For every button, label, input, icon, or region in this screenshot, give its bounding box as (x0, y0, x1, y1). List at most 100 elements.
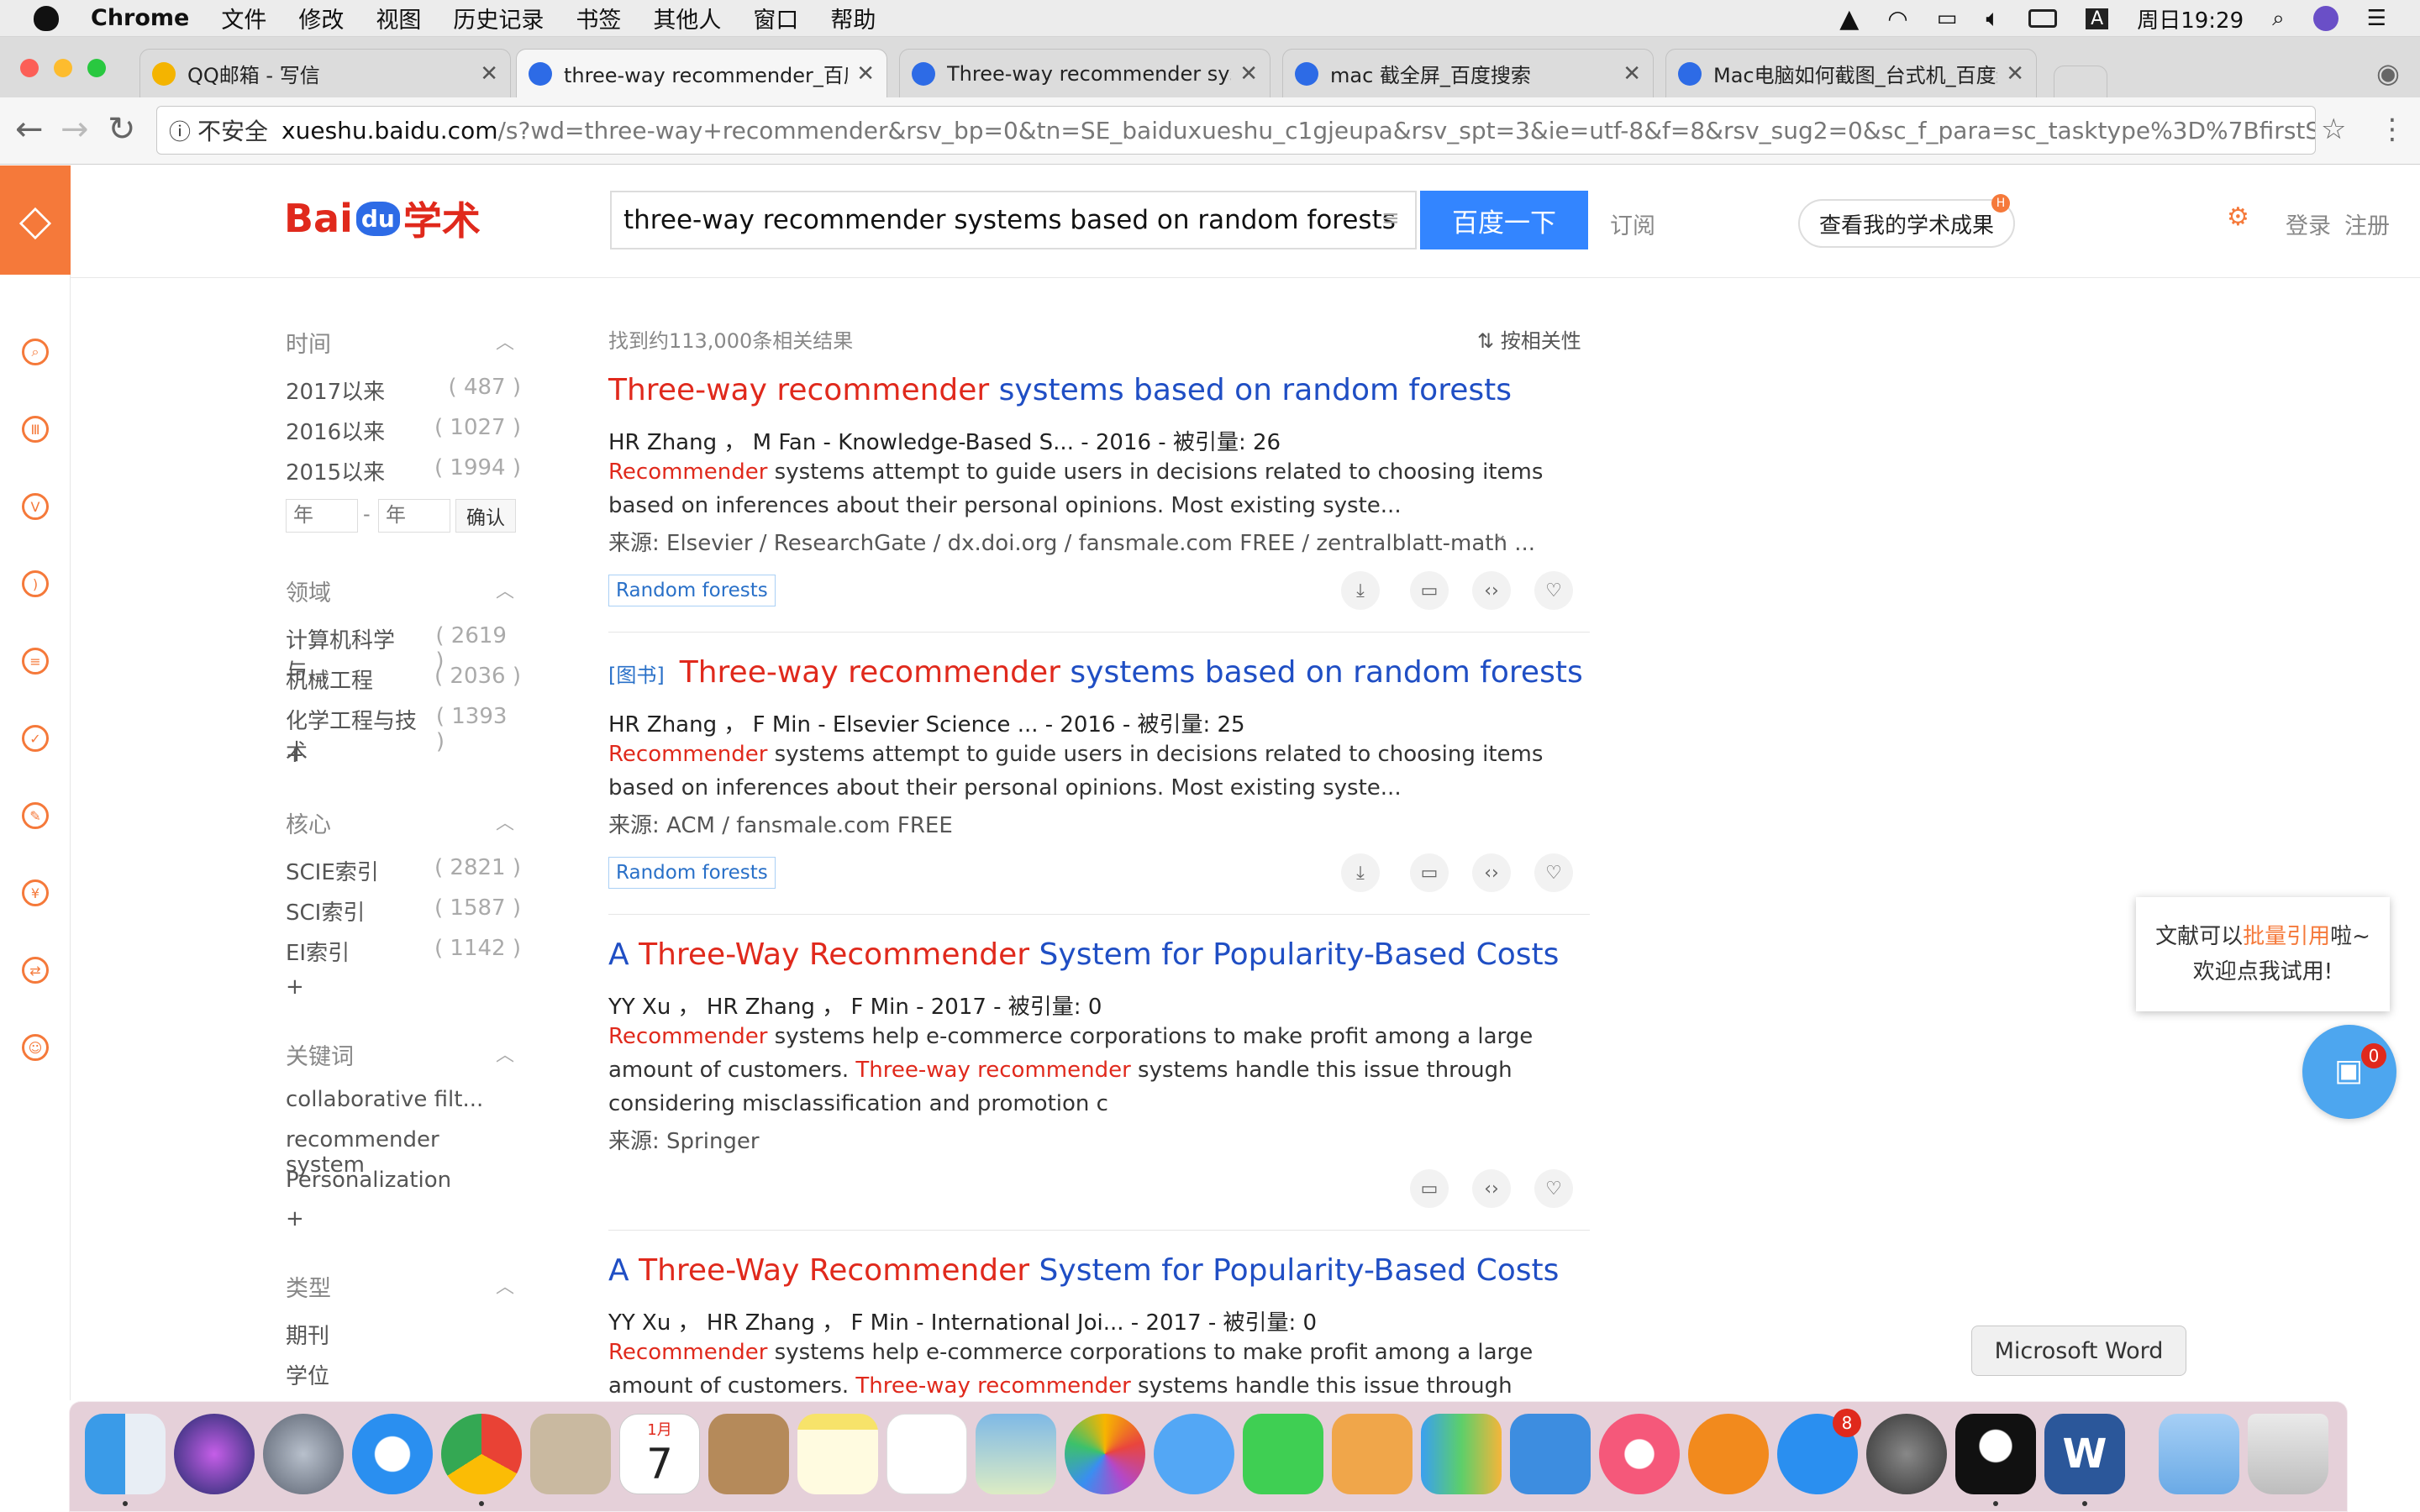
filter-core-item[interactable]: SCI索引 ( 1587 ) (286, 895, 521, 927)
chrome-menu-icon[interactable]: ⋮ (2378, 111, 2407, 148)
ibooks-icon[interactable] (1688, 1414, 1769, 1494)
spotlight-search-icon[interactable]: ⌕ (2272, 6, 2285, 32)
result-sources[interactable]: 来源: ACM / fansmale.com FREE (608, 808, 953, 839)
battery-icon[interactable] (2028, 9, 2058, 28)
profile-icon[interactable]: ◉ (2376, 57, 2400, 89)
menu-file[interactable]: 文件 (221, 2, 266, 34)
download-icon[interactable]: ⤓ (1341, 853, 1380, 892)
sidebar-rss-icon[interactable]: ) (22, 570, 49, 597)
numbers-icon[interactable] (1421, 1414, 1502, 1494)
tab-mac-how-screenshot[interactable]: Mac电脑如何截图_台式机_百度经验 ✕ (1665, 49, 2037, 97)
filter-field-more[interactable]: + (286, 743, 521, 768)
menu-help[interactable]: 帮助 (830, 2, 876, 34)
launchpad-icon[interactable] (263, 1414, 344, 1494)
safari-icon[interactable] (352, 1414, 433, 1494)
filter-core-item[interactable]: SCIE索引 ( 2821 ) (286, 855, 521, 886)
wifi-icon[interactable]: ◠ (1887, 5, 1907, 33)
menu-people[interactable]: 其他人 (653, 2, 721, 34)
search-input[interactable]: three-way recommender systems based on r… (610, 191, 1417, 249)
filter-time-item[interactable]: 2015以来 ( 1994 ) (286, 455, 521, 486)
result-title-link[interactable]: Three-way recommender systems based on r… (608, 373, 1512, 407)
bookmark-star-icon[interactable]: ☆ (2321, 111, 2346, 148)
tab-qq-mail[interactable]: QQ邮箱 - 写信 ✕ (139, 49, 511, 97)
sidebar-edit-icon[interactable]: ✎ (22, 802, 49, 829)
reload-icon[interactable]: ↻ (108, 111, 136, 148)
volume-icon[interactable]: 🔈︎ (1986, 4, 2000, 33)
info-icon[interactable]: ⓘ (169, 115, 191, 146)
menu-app-name[interactable]: Chrome (91, 5, 189, 31)
result-title-link[interactable]: A Three-Way Recommender System for Popul… (608, 1253, 1559, 1288)
menu-window[interactable]: 窗口 (753, 2, 798, 34)
maps-icon[interactable] (976, 1414, 1056, 1494)
sidebar-check-icon[interactable]: ✓ (22, 725, 49, 752)
chrome-dock-icon[interactable] (441, 1414, 522, 1494)
mail-stamp-icon[interactable] (530, 1414, 611, 1494)
window-minimize-button[interactable] (54, 59, 72, 77)
tab-close-icon[interactable]: ✕ (1239, 61, 1258, 87)
keyword-tag[interactable]: Random forests (608, 575, 776, 606)
qq-status-icon[interactable]: ▲ (1839, 4, 1859, 34)
sidebar-exchange-icon[interactable]: ⇄ (22, 957, 49, 984)
back-arrow-icon[interactable]: ← (15, 111, 44, 148)
cite-cart-button[interactable]: ▣ 0 (2302, 1025, 2396, 1119)
year-confirm-button[interactable]: 确认 (455, 499, 516, 533)
result-title-link[interactable]: [图书] Three-way recommender systems based … (608, 655, 1583, 690)
favorite-heart-icon[interactable]: ♡ (1534, 571, 1573, 610)
sidebar-library-icon[interactable]: Ⅲ (22, 416, 49, 443)
collapse-caret-icon[interactable]: ︿ (496, 1272, 514, 1299)
login-link[interactable]: 登录 (2286, 207, 2331, 240)
trash-icon[interactable] (2248, 1414, 2328, 1494)
menu-edit[interactable]: 修改 (298, 2, 344, 34)
contacts-icon[interactable] (708, 1414, 789, 1494)
window-close-button[interactable] (20, 59, 39, 77)
sidebar-yuan-icon[interactable]: ¥ (22, 879, 49, 906)
photos-icon[interactable] (1065, 1414, 1145, 1494)
my-work-button[interactable]: 查看我的学术成果 (1798, 199, 2015, 248)
sidebar-v-icon[interactable]: V (22, 493, 49, 520)
collapse-caret-icon[interactable]: ︿ (496, 576, 514, 603)
batch-cite-popup[interactable]: 文献可以批量引用啦~ 欢迎点我试用! (2136, 897, 2390, 1011)
filter-core-item[interactable]: EI索引 ( 1142 ) (286, 936, 521, 967)
result-sources[interactable]: 来源: Elsevier / ResearchGate / dx.doi.org… (608, 526, 1535, 557)
sidebar-user-icon[interactable]: ☺ (22, 1034, 49, 1061)
year-from-input[interactable] (286, 499, 358, 533)
filter-time-item[interactable]: 2017以来 ( 487 ) (286, 375, 521, 406)
pages-icon[interactable] (1332, 1414, 1413, 1494)
sidebar-layers-icon[interactable]: ≡ (22, 648, 49, 675)
apple-icon[interactable] (34, 5, 59, 31)
window-zoom-button[interactable] (87, 59, 106, 77)
word-icon[interactable]: W (2044, 1414, 2125, 1494)
filter-field-item[interactable]: 机械工程 ( 2036 ) (286, 664, 521, 695)
notification-center-icon[interactable]: ☰ (2367, 6, 2386, 31)
sort-by-relevance[interactable]: ⇅ 按相关性 (1477, 324, 1581, 354)
result-title-link[interactable]: A Three-Way Recommender System for Popul… (608, 937, 1559, 972)
year-to-input[interactable] (378, 499, 450, 533)
tab-close-icon[interactable]: ✕ (2006, 61, 2024, 87)
filter-keyword-item[interactable]: Personalization (286, 1168, 521, 1193)
notes-icon[interactable] (797, 1414, 878, 1494)
forward-arrow-icon[interactable]: → (60, 111, 89, 148)
new-tab-button[interactable] (2054, 66, 2107, 97)
collapse-caret-icon[interactable]: ︿ (496, 808, 514, 835)
app-store-icon[interactable]: 8 (1777, 1409, 1861, 1494)
cite-code-icon[interactable]: ‹› (1472, 571, 1511, 610)
collapse-caret-icon[interactable]: ︿ (496, 1040, 514, 1067)
reminders-icon[interactable] (886, 1414, 967, 1494)
collect-folder-icon[interactable]: ▭ (1410, 853, 1449, 892)
filter-type-item[interactable]: 期刊 (286, 1319, 521, 1350)
filter-time-item[interactable]: 2016以来 ( 1027 ) (286, 415, 521, 446)
collect-folder-icon[interactable]: ▭ (1410, 1169, 1449, 1208)
favorite-heart-icon[interactable]: ♡ (1534, 1169, 1573, 1208)
downloads-folder-icon[interactable] (2159, 1414, 2239, 1494)
security-label[interactable]: 不安全 (197, 113, 268, 147)
cite-code-icon[interactable]: ‹› (1472, 853, 1511, 892)
register-link[interactable]: 注册 (2344, 207, 2390, 240)
sidebar-search-icon[interactable]: ⌕ (22, 339, 49, 365)
menu-history[interactable]: 历史记录 (453, 2, 544, 34)
finder-icon[interactable] (85, 1414, 166, 1494)
keynote-icon[interactable] (1510, 1414, 1591, 1494)
siri-icon[interactable] (2312, 6, 2338, 31)
keyword-tag[interactable]: Random forests (608, 857, 776, 889)
tab-three-way[interactable]: Three-way recommender systems ✕ (899, 49, 1270, 97)
search-button[interactable]: 百度一下 (1420, 191, 1588, 249)
